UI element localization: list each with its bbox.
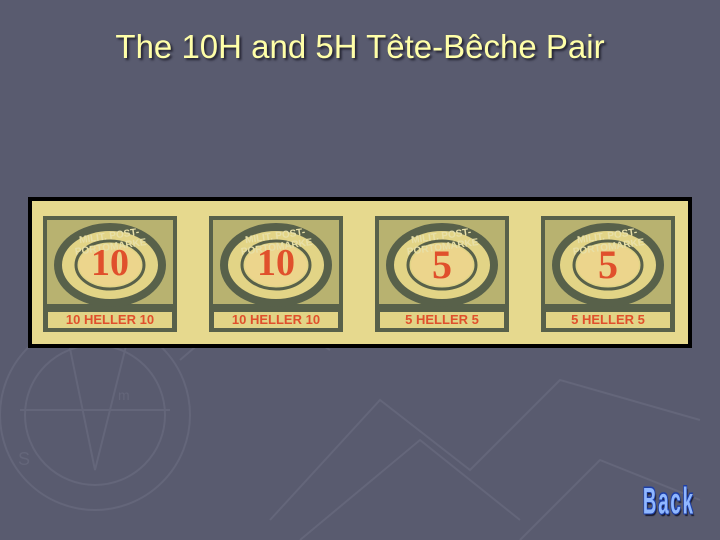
stamp-2-value: 10 — [257, 242, 295, 284]
stamp-1-bottom-label: 10 HELLER 10 — [65, 312, 155, 327]
stamp-4-text: MILIT. POST-PORTOMARKE 5 5 HELLER 5 — [538, 213, 678, 335]
stamp-2-bottom-label: 10 HELLER 10 — [231, 312, 321, 327]
stamp-1-value: 10 — [91, 242, 129, 284]
stamp-1-text: MILIT. POST-PORTOMARKE 10 10 HELLER 10 — [40, 213, 180, 335]
stamp-2-text: MILIT. POST-PORTOMARKE 10 10 HELLER 10 — [206, 213, 346, 335]
back-button-label: Back — [643, 480, 695, 522]
slide-title: The 10H and 5H Tête-Bêche Pair — [115, 28, 605, 65]
svg-text:S: S — [18, 449, 30, 469]
stamp-3-value: 5 — [432, 242, 452, 287]
stamp-3-text: MILIT. POST-PORTOMARKE 5 5 HELLER 5 — [372, 213, 512, 335]
stamp-4-bottom-label: 5 HELLER 5 — [571, 312, 645, 327]
stamp-3-bottom-label: 5 HELLER 5 — [405, 312, 479, 327]
svg-text:m: m — [118, 387, 130, 403]
stamp-strip-frame: MILIT. POST-PORTOMARKE 10 10 HELLER 10 M… — [28, 197, 692, 348]
stamp-strip-paper: MILIT. POST-PORTOMARKE 10 10 HELLER 10 M… — [32, 201, 688, 344]
stamp-4-value: 5 — [598, 242, 618, 287]
back-button[interactable]: Back — [638, 478, 700, 526]
